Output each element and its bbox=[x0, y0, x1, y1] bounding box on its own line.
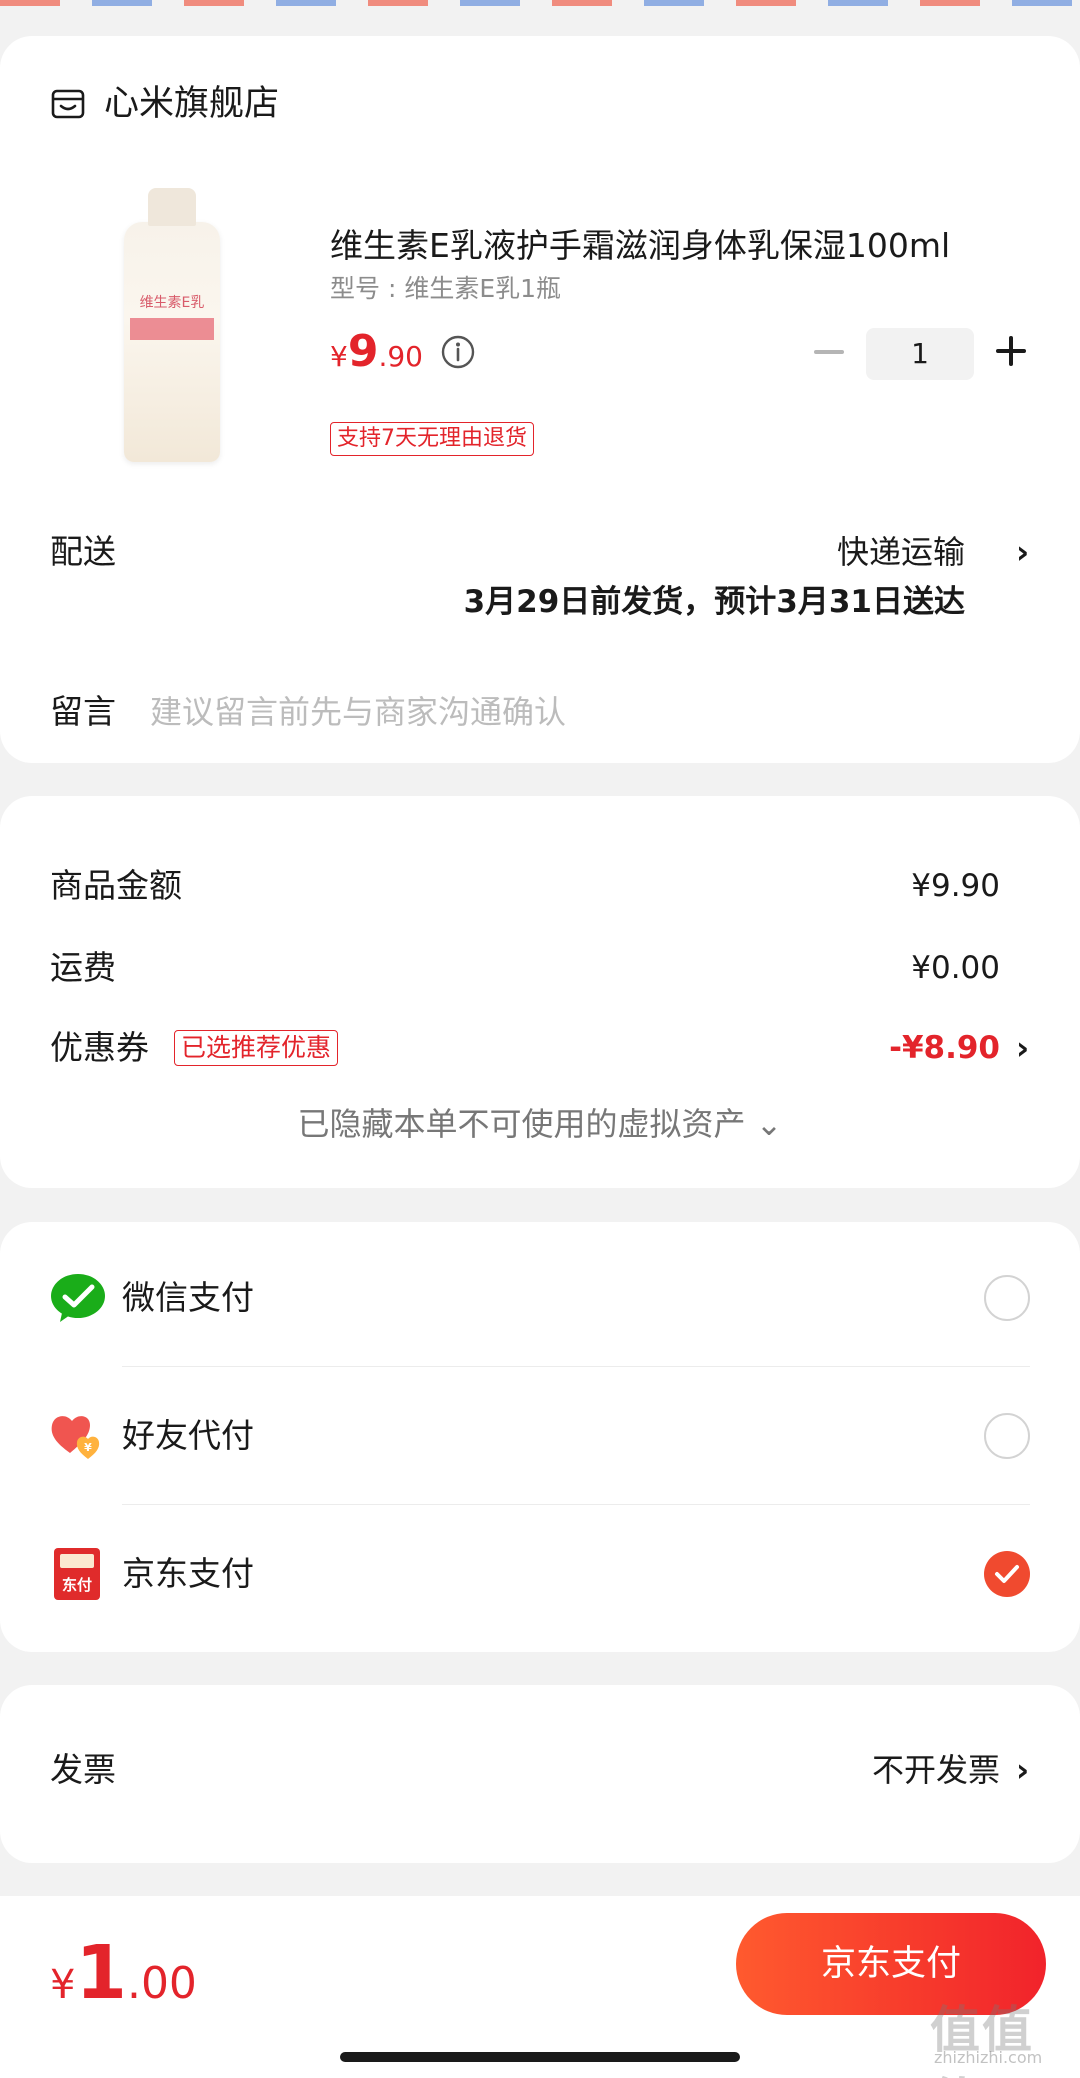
quantity-value[interactable]: 1 bbox=[866, 328, 974, 380]
goods-amount-value: ¥9.90 bbox=[911, 868, 1000, 904]
price-integer: 9 bbox=[347, 326, 379, 377]
product-pump bbox=[148, 188, 196, 226]
product-image-label: 维生素E乳 bbox=[139, 295, 205, 311]
coupon-selected-badge: 已选推荐优惠 bbox=[174, 1030, 339, 1066]
quantity-increase-button[interactable] bbox=[996, 336, 1026, 366]
product-band bbox=[130, 318, 214, 340]
pay-method-friend-radio[interactable] bbox=[984, 1413, 1030, 1459]
shipping-fee-value: ¥0.00 bbox=[911, 950, 1000, 986]
total-integer: 1 bbox=[75, 1930, 127, 2016]
product-price: ¥9.90 bbox=[330, 326, 423, 377]
product-image[interactable]: 维生素E乳 bbox=[124, 188, 220, 462]
coupon-discount-value[interactable]: -¥8.90 bbox=[889, 1028, 1000, 1068]
home-indicator[interactable] bbox=[340, 2052, 740, 2062]
total-decimal: .00 bbox=[126, 1958, 197, 2009]
product-title[interactable]: 维生素E乳液护手霜滋润身体乳保湿100ml bbox=[330, 224, 1030, 268]
friend-pay-icon: ¥ bbox=[51, 1416, 100, 1459]
invoice-chevron-right-icon[interactable]: › bbox=[1016, 1754, 1036, 1786]
svg-text:¥: ¥ bbox=[84, 1441, 92, 1454]
return-policy-badge: 支持7天无理由退货 bbox=[330, 422, 534, 456]
pay-method-wechat-radio[interactable] bbox=[984, 1275, 1030, 1321]
delivery-date: 3月29日前发货，预计3月31日送达 bbox=[463, 584, 965, 620]
jd-pay-icon: 东付 bbox=[54, 1548, 100, 1600]
info-icon[interactable] bbox=[440, 334, 476, 370]
wechat-pay-icon bbox=[51, 1274, 105, 1322]
invoice-label: 发票 bbox=[50, 1750, 116, 1789]
airmail-border bbox=[0, 0, 1080, 6]
shipping-fee-label: 运费 bbox=[50, 948, 116, 987]
delivery-chevron-right-icon[interactable]: › bbox=[1016, 536, 1036, 568]
message-input[interactable] bbox=[150, 686, 1010, 738]
coupon-chevron-right-icon[interactable]: › bbox=[1016, 1032, 1036, 1064]
pay-method-jd-label[interactable]: 京东支付 bbox=[122, 1554, 254, 1594]
product-spec[interactable]: 型号 : 维生素E乳1瓶 bbox=[330, 272, 561, 306]
quantity-decrease-button[interactable] bbox=[814, 350, 844, 354]
coupon-label[interactable]: 优惠券 bbox=[50, 1028, 149, 1068]
order-card: 心米旗舰店 维生素E乳 维生素E乳液护手霜滋润身体乳保湿100ml 型号 : 维… bbox=[0, 36, 1080, 763]
total-amount: ¥1.00 bbox=[50, 1930, 197, 2016]
store-icon bbox=[51, 89, 85, 119]
check-icon bbox=[995, 1565, 1019, 1583]
jd-pay-icon-text: 东付 bbox=[62, 1576, 92, 1594]
goods-amount-label: 商品金额 bbox=[50, 866, 182, 905]
delivery-label: 配送 bbox=[50, 532, 116, 571]
price-currency: ¥ bbox=[330, 340, 348, 373]
invoice-value[interactable]: 不开发票 bbox=[872, 1750, 1000, 1790]
message-label: 留言 bbox=[50, 692, 116, 731]
pay-method-wechat-label[interactable]: 微信支付 bbox=[122, 1278, 254, 1318]
store-name[interactable]: 心米旗舰店 bbox=[104, 84, 279, 124]
watermark-url: zhizhizhi.com bbox=[934, 2048, 1043, 2067]
total-currency: ¥ bbox=[50, 1962, 76, 2008]
pay-divider bbox=[122, 1504, 1030, 1505]
pay-method-friend-label[interactable]: 好友代付 bbox=[122, 1416, 254, 1456]
price-decimal: .90 bbox=[378, 340, 423, 373]
hidden-virtual-assets-toggle[interactable]: 已隐藏本单不可使用的虚拟资产 ⌄ bbox=[0, 1104, 1080, 1144]
delivery-method[interactable]: 快递运输 bbox=[837, 532, 965, 572]
pay-method-jd-radio-checked[interactable] bbox=[984, 1551, 1030, 1597]
pay-divider bbox=[122, 1366, 1030, 1367]
